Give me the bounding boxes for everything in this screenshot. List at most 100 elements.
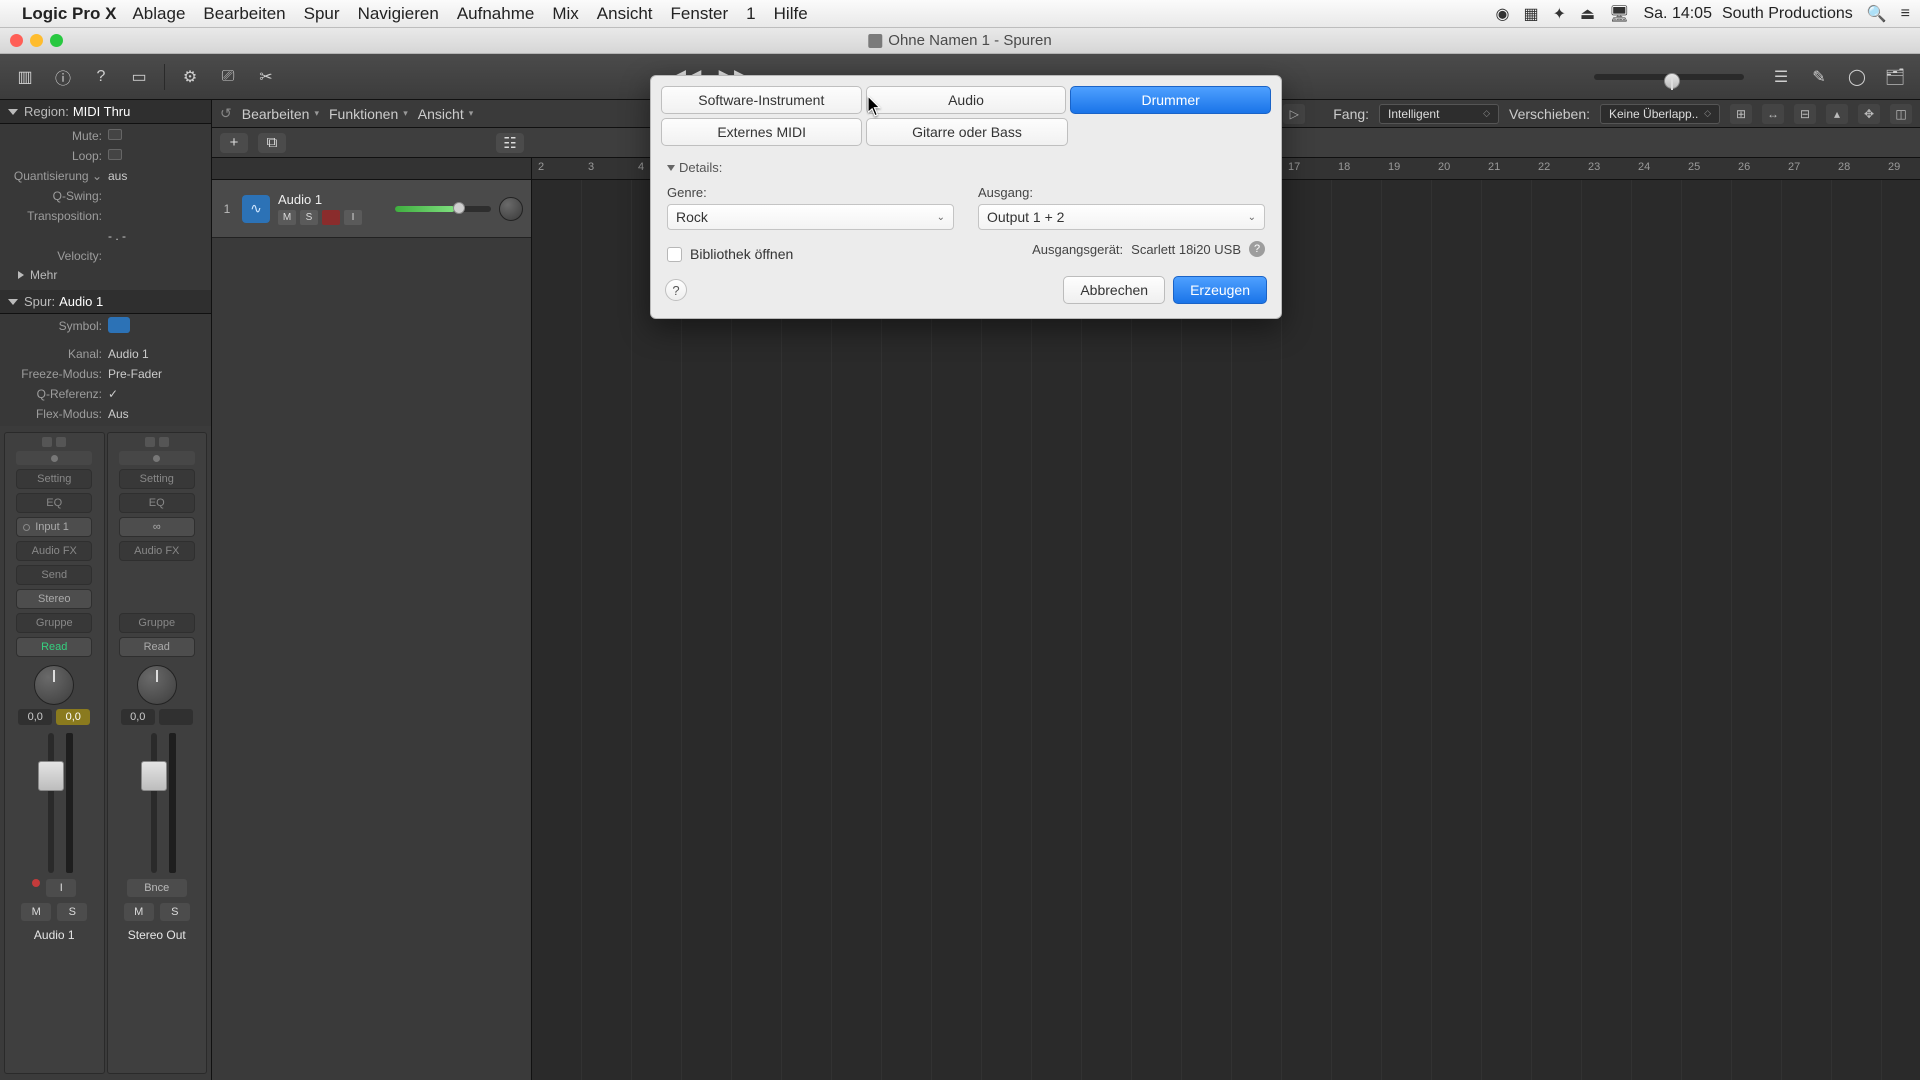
quick-help-button[interactable]: ? — [84, 62, 118, 92]
automation-mode[interactable]: Read — [119, 637, 195, 657]
chstrip-state[interactable] — [119, 451, 195, 465]
tool-icon[interactable]: ⊟ — [1794, 104, 1816, 124]
output-select[interactable]: Output 1 + 2⌄ — [978, 204, 1265, 230]
minimize-window-button[interactable] — [30, 34, 43, 47]
tab-drummer[interactable]: Drummer — [1070, 86, 1271, 114]
library-button[interactable]: ▥ — [8, 62, 42, 92]
menu-mix[interactable]: Mix — [552, 4, 578, 24]
status-icon[interactable]: ▦ — [1524, 4, 1539, 24]
loop-toggle[interactable] — [108, 149, 122, 160]
track-header[interactable]: Spur:Audio 1 — [0, 290, 211, 314]
details-disclosure[interactable]: Details: — [651, 156, 1281, 177]
menu-bearbeiten[interactable]: Bearbeiten — [203, 4, 285, 24]
tracks-functions-menu[interactable]: Funktionen▾ — [329, 106, 408, 122]
pan-knob[interactable] — [137, 665, 177, 705]
input-select[interactable]: Input 1 — [16, 517, 92, 537]
group-select[interactable]: Gruppe — [16, 613, 92, 633]
freeze-mode-value[interactable]: Pre-Fader — [108, 367, 162, 381]
track-icon[interactable]: ∿ — [242, 195, 270, 223]
loop-browser-button[interactable]: ◯ — [1840, 62, 1874, 92]
tab-external-midi[interactable]: Externes MIDI — [661, 118, 862, 146]
menu-fenster[interactable]: Fenster — [671, 4, 729, 24]
pan-knob[interactable] — [34, 665, 74, 705]
smart-controls-button[interactable]: ⚙ — [173, 62, 207, 92]
mute-toggle[interactable] — [108, 129, 122, 140]
zoom-v-icon[interactable]: ◫ — [1890, 104, 1912, 124]
automation-mode[interactable]: Read — [16, 637, 92, 657]
volume-fader[interactable] — [14, 733, 94, 873]
flex-mode-value[interactable]: Aus — [108, 407, 129, 421]
group-select[interactable]: Gruppe — [119, 613, 195, 633]
region-more[interactable]: Mehr — [0, 266, 211, 288]
audiofx-slot[interactable]: Audio FX — [119, 541, 195, 561]
tool-icon[interactable]: ↔ — [1762, 104, 1784, 124]
notification-center-icon[interactable]: ≡ — [1901, 5, 1910, 23]
bounce-button[interactable]: Bnce — [127, 879, 187, 897]
track-record[interactable] — [322, 210, 340, 225]
browser-button[interactable]: 🗂 — [1878, 62, 1912, 92]
global-tracks-button[interactable]: ☷ — [496, 133, 524, 153]
volume-fader[interactable] — [117, 733, 197, 873]
inspector-button[interactable]: ⓘ — [46, 62, 80, 92]
menubar-clock[interactable]: Sa. 14:05 — [1643, 5, 1712, 23]
menu-ansicht[interactable]: Ansicht — [597, 4, 653, 24]
menu-navigieren[interactable]: Navigieren — [358, 4, 439, 24]
quantize-value[interactable]: aus — [108, 169, 127, 183]
toolbar-button[interactable]: ▭ — [122, 62, 156, 92]
genre-select[interactable]: Rock⌄ — [667, 204, 954, 230]
chstrip-state[interactable] — [16, 451, 92, 465]
menu-aufnahme[interactable]: Aufnahme — [457, 4, 535, 24]
status-icon[interactable]: ⏏ — [1580, 4, 1595, 24]
tool-icon[interactable]: ⊞ — [1730, 104, 1752, 124]
track-solo[interactable]: S — [300, 210, 318, 225]
notepad-button[interactable]: ✎ — [1802, 62, 1836, 92]
master-volume-slider[interactable] — [1594, 74, 1744, 80]
mute-button[interactable]: M — [124, 903, 154, 921]
status-icon[interactable]: ◉ — [1496, 4, 1510, 24]
setting-button[interactable]: Setting — [16, 469, 92, 489]
eq-button[interactable]: EQ — [119, 493, 195, 513]
help-button[interactable]: ? — [665, 279, 687, 301]
tab-guitar-bass[interactable]: Gitarre oder Bass — [866, 118, 1067, 146]
tool-pointer[interactable]: ▴ — [1826, 104, 1848, 124]
solo-button[interactable]: S — [160, 903, 190, 921]
output-device-info-icon[interactable]: ? — [1249, 241, 1265, 257]
spotlight-icon[interactable]: 🔍 — [1867, 4, 1887, 24]
editors-button[interactable]: ✂ — [249, 62, 283, 92]
menu-hilfe[interactable]: Hilfe — [774, 4, 808, 24]
drag-mode-select[interactable]: Keine Überlapp..◇ — [1600, 104, 1720, 124]
output-format[interactable]: Stereo — [16, 589, 92, 609]
app-name[interactable]: Logic Pro X — [22, 4, 116, 24]
close-window-button[interactable] — [10, 34, 23, 47]
send-slot[interactable]: Send — [16, 565, 92, 585]
track-mute[interactable]: M — [278, 210, 296, 225]
cancel-button[interactable]: Abbrechen — [1063, 276, 1165, 304]
q-ref-toggle[interactable]: ✓ — [108, 387, 118, 401]
region-header[interactable]: Region:MIDI Thru — [0, 100, 211, 124]
track-name[interactable]: Audio 1 — [278, 192, 381, 207]
setting-button[interactable]: Setting — [119, 469, 195, 489]
track-volume-slider[interactable] — [395, 206, 491, 212]
zoom-window-button[interactable] — [50, 34, 63, 47]
snap-select[interactable]: Intelligent◇ — [1379, 104, 1499, 124]
solo-button[interactable]: S — [57, 903, 87, 921]
track-header-row[interactable]: 1 ∿ Audio 1 M S I — [212, 180, 531, 238]
tab-audio[interactable]: Audio — [866, 86, 1067, 114]
menubar-user[interactable]: South Productions — [1722, 5, 1853, 23]
status-icon[interactable]: ✦ — [1553, 4, 1566, 24]
eq-button[interactable]: EQ — [16, 493, 92, 513]
duplicate-track-button[interactable]: ⧉ — [258, 133, 286, 153]
tracks-edit-menu[interactable]: Bearbeiten▾ — [242, 106, 319, 122]
create-button[interactable]: Erzeugen — [1173, 276, 1267, 304]
display-icon[interactable]: 🖥 — [1609, 4, 1629, 24]
link-button[interactable]: ∞ — [119, 517, 195, 537]
tab-software-instrument[interactable]: Software-Instrument — [661, 86, 862, 114]
open-library-checkbox[interactable]: Bibliothek öffnen — [651, 236, 809, 266]
audiofx-slot[interactable]: Audio FX — [16, 541, 92, 561]
list-editors-button[interactable]: ☰ — [1764, 62, 1798, 92]
tool-marquee[interactable]: ✥ — [1858, 104, 1880, 124]
add-track-button[interactable]: + — [220, 133, 248, 153]
mixer-button[interactable]: ⎚ — [211, 62, 245, 92]
input-monitor[interactable]: I — [46, 879, 76, 897]
track-input-monitor[interactable]: I — [344, 210, 362, 225]
